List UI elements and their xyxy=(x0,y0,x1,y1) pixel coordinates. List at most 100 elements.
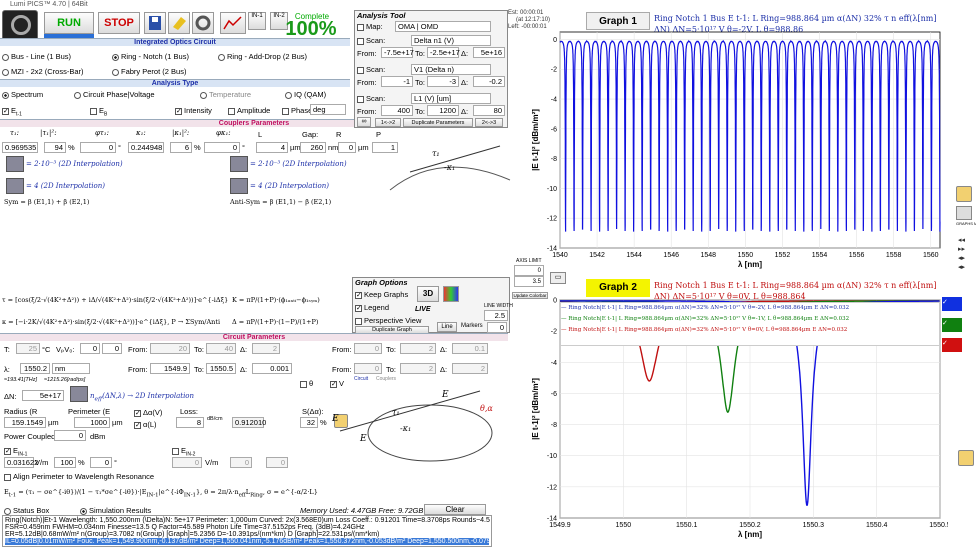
perimeter-field[interactable]: 1000 xyxy=(74,417,110,428)
ein2-deg[interactable]: 0 xyxy=(266,457,288,468)
phase-unit-select[interactable]: deg xyxy=(310,104,346,115)
analysis-temperature[interactable]: Temperature xyxy=(200,90,251,99)
scan1-select[interactable]: Delta n1 (V) xyxy=(411,35,491,46)
folder-icon[interactable] xyxy=(230,156,248,172)
v-from[interactable]: 0 xyxy=(354,343,382,354)
vpv-field-1[interactable]: 0 xyxy=(80,343,100,354)
lambda-field[interactable]: 1550.2 xyxy=(20,363,50,374)
series-red-toggle[interactable]: ✓ xyxy=(942,338,962,352)
analysis-iq[interactable]: IQ (QAM) xyxy=(285,90,326,99)
ein-field[interactable]: 0.031622 xyxy=(4,457,38,468)
power-coupled-field[interactable]: 0 xyxy=(54,430,86,441)
checkbox-intensity[interactable]: ✓ Intensity xyxy=(175,106,212,115)
map-checkbox[interactable]: Map: xyxy=(357,22,383,31)
temp-field[interactable]: 25 xyxy=(16,343,40,354)
temp-to[interactable]: 40 xyxy=(206,343,236,354)
ein2-pct[interactable]: 0 xyxy=(230,457,252,468)
scan3-from[interactable]: 400 xyxy=(381,105,413,116)
scan1-from[interactable]: -7.5e+17 xyxy=(381,47,414,58)
checkbox-et1[interactable]: ✓ Et-1 xyxy=(2,106,22,118)
perspective-checkbox[interactable]: Perspective View xyxy=(355,316,421,325)
rcurved-field[interactable]: 0 xyxy=(338,142,356,153)
lambda-unit-select[interactable]: nm xyxy=(52,363,90,374)
scan3-checkbox[interactable]: Scan: xyxy=(357,94,385,103)
series-blue-toggle[interactable]: ✓ xyxy=(942,297,962,311)
ein2-field[interactable]: 0 xyxy=(172,457,202,468)
eraser-icon[interactable] xyxy=(168,12,190,34)
checkbox-eb[interactable]: EB xyxy=(90,106,107,118)
series-green-toggle[interactable]: ✓ xyxy=(942,318,962,332)
vpv-field-2[interactable]: 0 xyxy=(102,343,122,354)
graph2-label[interactable]: Graph 2 xyxy=(586,279,650,297)
folder-icon[interactable] xyxy=(70,386,88,402)
checkbox-phase[interactable]: Phase xyxy=(282,106,312,115)
scan1-checkbox[interactable]: Scan: xyxy=(357,36,385,45)
scan2-to[interactable]: -3 xyxy=(427,76,459,87)
c-from[interactable]: 0 xyxy=(354,363,382,374)
user-icon[interactable] xyxy=(958,450,974,466)
scan2-from[interactable]: -1 xyxy=(381,76,413,87)
line-button[interactable]: Line xyxy=(437,322,457,332)
v-to[interactable]: 2 xyxy=(400,343,436,354)
alpha-checkbox[interactable]: ✓ α(L) xyxy=(134,420,157,429)
line-width-field[interactable]: 2.5 xyxy=(484,310,508,321)
align-checkbox[interactable]: Align Perimeter to Wavelength Resonance xyxy=(4,472,154,481)
scan3-delta[interactable]: 80 xyxy=(473,105,505,116)
chat-icon[interactable]: ▭ xyxy=(550,272,566,284)
ein-deg[interactable]: 0 xyxy=(90,457,112,468)
phi-k-field[interactable]: 0 xyxy=(204,142,240,153)
scan3-select[interactable]: L1 (V) [um] xyxy=(411,93,491,104)
radius-field[interactable]: 159.1549 xyxy=(4,417,46,428)
folder-icon[interactable] xyxy=(6,156,24,172)
circuit-tab[interactable]: Circuit xyxy=(354,376,368,382)
graphs-math-icon[interactable] xyxy=(956,206,972,220)
dalpha-checkbox[interactable]: ✓ Δα(V) xyxy=(134,408,162,417)
lambda-to[interactable]: 1550.5 xyxy=(206,363,236,374)
analysis-spectrum[interactable]: Spectrum xyxy=(2,90,43,99)
save-icon[interactable] xyxy=(144,12,166,34)
graph1-chart[interactable]: 1540 1542 1544 1546 1548 1550 1552 1554 1556 1558… xyxy=(528,28,948,276)
in1-icon[interactable]: IN-1 xyxy=(248,12,266,30)
ein2-checkbox[interactable]: EIN-2 xyxy=(172,446,195,458)
temp-delta[interactable]: 2 xyxy=(252,343,280,354)
kappa1-field[interactable]: 0.244948 xyxy=(128,142,164,153)
theta-checkbox[interactable]: θ xyxy=(300,379,313,388)
tau1sq-field[interactable]: 94 xyxy=(44,142,66,153)
map-select[interactable]: OMA | OMD xyxy=(395,21,491,32)
scan3-to[interactable]: 1200 xyxy=(427,105,459,116)
tau1-field[interactable]: 0.969535 xyxy=(2,142,38,153)
phi-tau-field[interactable]: 0 xyxy=(80,142,116,153)
gap-field[interactable]: 260 xyxy=(300,142,326,153)
axis-limit-2[interactable]: 3.5 xyxy=(514,276,544,287)
scan2-select[interactable]: V1 (Delta n) xyxy=(411,64,491,75)
c-to[interactable]: 2 xyxy=(400,363,436,374)
ein-checkbox[interactable]: ✓ EIN-1 xyxy=(4,446,27,458)
loss-field[interactable]: 8 xyxy=(176,417,204,428)
circuit-mzi[interactable]: MZI - 2x2 (Cross-Bar) xyxy=(2,67,84,76)
lparallel-field[interactable]: 4 xyxy=(256,142,288,153)
scan2-delta[interactable]: -0.2 xyxy=(473,76,505,87)
stop-button[interactable]: STOP xyxy=(98,12,140,34)
s-dn-field[interactable]: 32 xyxy=(300,417,318,428)
kappa1sq-field[interactable]: 6 xyxy=(170,142,192,153)
run-button[interactable]: RUN xyxy=(44,12,94,34)
checkbox-amplitude[interactable]: Amplitude xyxy=(228,106,270,115)
link-icon[interactable]: ∞ xyxy=(357,117,371,127)
circuit-bus-line[interactable]: Bus - Line (1 Bus) xyxy=(2,52,71,61)
circuit-ring-notch[interactable]: Ring - Notch (1 Bus) xyxy=(112,52,189,61)
keep-graphs-checkbox[interactable]: ✓ Keep Graphs xyxy=(355,290,408,299)
folder-icon[interactable] xyxy=(6,178,24,194)
couplers-tab[interactable]: Couplers xyxy=(376,376,396,382)
lambda-from[interactable]: 1549.9 xyxy=(150,363,190,374)
clear-button[interactable]: Clear xyxy=(424,504,486,515)
scan2-checkbox[interactable]: Scan: xyxy=(357,65,385,74)
circuit-fabry-perot[interactable]: Fabry Perot (2 Bus) xyxy=(112,67,186,76)
swap12-button[interactable]: 1<->2 xyxy=(375,118,401,127)
graph-icon[interactable] xyxy=(220,12,246,34)
ein-pct[interactable]: 100 xyxy=(54,457,76,468)
sim-results-radio[interactable]: Simulation Results xyxy=(80,506,151,515)
scan1-delta[interactable]: 5e+16 xyxy=(473,47,505,58)
duplicate-params-button[interactable]: Duplicate Parameters xyxy=(403,118,473,127)
v-delta[interactable]: 0.1 xyxy=(452,343,488,354)
dn-field[interactable]: 5e+17 xyxy=(22,390,64,401)
